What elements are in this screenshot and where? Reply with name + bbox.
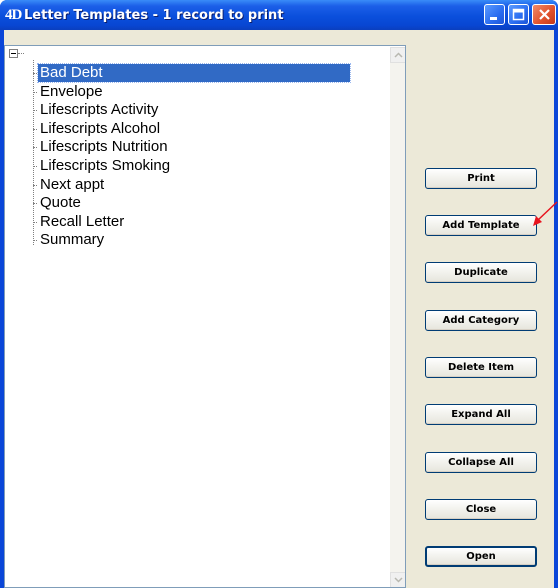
chevron-down-icon (393, 577, 403, 583)
tree-item[interactable]: Next appt (33, 176, 350, 195)
tree-item[interactable]: Envelope (33, 83, 350, 102)
delete-item-button[interactable]: Delete Item (425, 357, 537, 378)
print-button[interactable]: Print (425, 168, 537, 189)
tree-connector (18, 53, 24, 54)
scroll-down-button[interactable] (390, 572, 405, 587)
collapse-all-button[interactable]: Collapse All (425, 452, 537, 473)
tree-item-label: Lifescripts Alcohol (40, 119, 161, 137)
scroll-up-button[interactable] (390, 47, 405, 63)
tree-item[interactable]: Bad Debt (33, 63, 351, 83)
template-tree[interactable]: Bad Debt Envelope Lifescripts Activity Life… (4, 45, 406, 588)
tree-item-label: Lifescripts Activity (40, 101, 159, 119)
tree-item[interactable]: Quote (33, 194, 350, 213)
tree-item-label: Recall Letter (40, 212, 125, 230)
tree-item-label: Quote (40, 194, 81, 212)
collapse-toggle-icon[interactable] (9, 49, 18, 58)
tree-item-label: Next appt (40, 175, 105, 193)
title-bar[interactable]: 4D Letter Templates - 1 record to print (0, 0, 558, 30)
open-button[interactable]: Open (425, 546, 537, 567)
tree-item-list: Bad Debt Envelope Lifescripts Activity Life… (33, 63, 351, 250)
tree-item-label: Envelope (40, 82, 103, 100)
tree-item-label: Lifescripts Smoking (40, 156, 171, 174)
tree-item[interactable]: Lifescripts Activity (33, 101, 350, 120)
maximize-button[interactable] (508, 4, 529, 25)
add-category-button[interactable]: Add Category (425, 310, 537, 331)
add-template-button[interactable]: Add Template (425, 215, 537, 236)
tree-item[interactable]: Summary (33, 231, 350, 250)
tree-item[interactable]: Lifescripts Nutrition (33, 138, 350, 157)
close-window-button[interactable] (532, 4, 556, 25)
close-button[interactable]: Close (425, 499, 537, 520)
duplicate-button[interactable]: Duplicate (425, 262, 537, 283)
tree-item-label: Bad Debt (37, 63, 351, 83)
chevron-up-icon (393, 52, 403, 58)
4d-app-icon: 4D (5, 7, 22, 23)
expand-all-button[interactable]: Expand All (425, 404, 537, 425)
maximize-icon (512, 8, 525, 21)
tree-item-label: Lifescripts Nutrition (40, 138, 168, 156)
tree-item[interactable]: Lifescripts Smoking (33, 157, 350, 176)
tree-item[interactable]: Lifescripts Alcohol (33, 120, 350, 139)
close-icon (538, 9, 550, 20)
minimize-button[interactable] (484, 4, 505, 25)
tree-item-label: Summary (40, 231, 105, 249)
tree-item[interactable]: Recall Letter (33, 213, 350, 232)
tree-scrollbar[interactable] (390, 47, 405, 587)
window-title: Letter Templates - 1 record to print (24, 8, 284, 23)
annotation-arrow-icon (533, 201, 558, 226)
minimize-icon (490, 17, 497, 20)
letter-templates-window: 4D Letter Templates - 1 record to print … (0, 0, 558, 588)
